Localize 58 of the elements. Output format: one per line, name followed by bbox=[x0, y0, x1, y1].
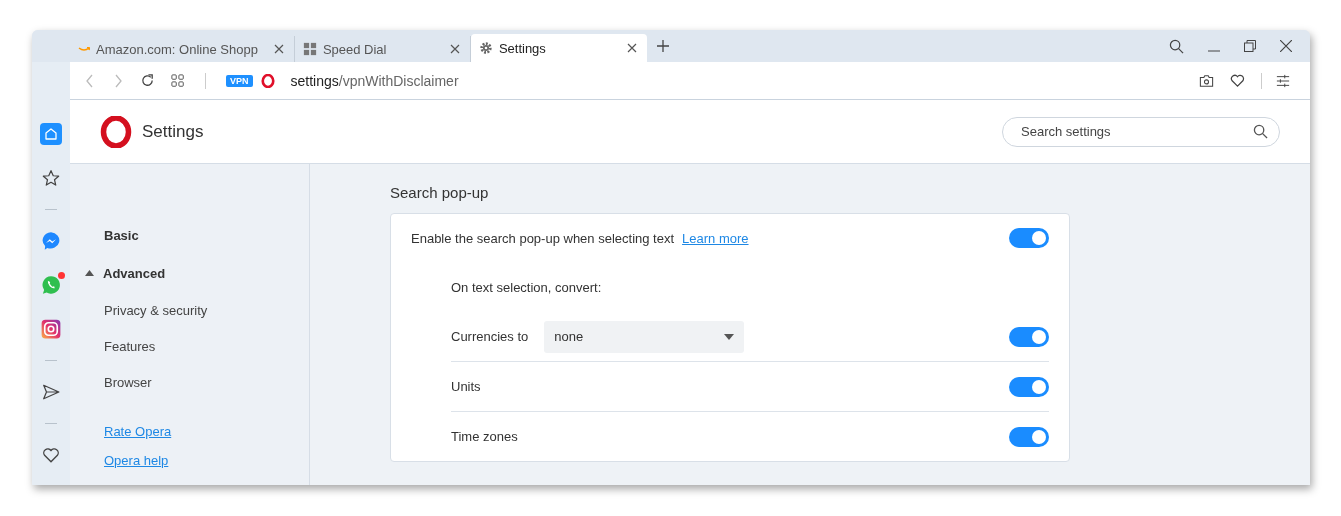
whatsapp-sidebar-button[interactable] bbox=[40, 274, 62, 296]
messenger-icon bbox=[41, 231, 61, 251]
smile-arrow-icon bbox=[78, 46, 90, 52]
opera-logo-icon bbox=[100, 115, 132, 148]
star-sidebar-button[interactable] bbox=[40, 167, 62, 189]
tabs-grid-button[interactable] bbox=[171, 73, 185, 88]
heart-icon bbox=[1230, 73, 1245, 88]
plus-icon bbox=[656, 40, 669, 52]
star-icon bbox=[42, 169, 60, 187]
minimize-icon bbox=[1208, 50, 1220, 52]
toggle-switch[interactable] bbox=[1009, 326, 1049, 347]
setting-sublabel: On text selection, convert: bbox=[451, 278, 603, 297]
setting-label: Currencies to bbox=[451, 329, 529, 344]
nav-item[interactable]: Privacy & security bbox=[104, 292, 309, 328]
caret-icon bbox=[724, 333, 735, 340]
currency-dropdown[interactable]: none bbox=[544, 320, 745, 353]
grid-icon bbox=[302, 42, 317, 56]
close-icon bbox=[449, 44, 460, 54]
instagram-sidebar-button[interactable] bbox=[40, 318, 62, 340]
camera-icon bbox=[1199, 73, 1214, 88]
toggle-switch[interactable] bbox=[1009, 228, 1049, 248]
nav-section[interactable]: Basic bbox=[104, 216, 309, 254]
reload-button[interactable] bbox=[140, 73, 155, 88]
search-icon bbox=[1253, 123, 1268, 139]
snapshot-button[interactable] bbox=[1199, 73, 1214, 88]
reload-icon bbox=[140, 73, 155, 88]
close-icon bbox=[273, 44, 284, 54]
home-sidebar-button[interactable] bbox=[40, 123, 62, 145]
send-icon bbox=[42, 383, 60, 401]
setting-label: Units bbox=[451, 379, 481, 394]
toggle-switch[interactable] bbox=[1009, 376, 1049, 397]
nav-item[interactable]: Features bbox=[104, 328, 309, 364]
nav-item[interactable]: Browser bbox=[104, 364, 309, 400]
search-field[interactable]: Search settings bbox=[1002, 116, 1280, 147]
section-title: Search pop-up bbox=[390, 184, 490, 201]
restore-icon bbox=[1244, 40, 1256, 52]
page-title: Settings bbox=[142, 121, 204, 142]
easy-setup-button[interactable] bbox=[1276, 73, 1290, 88]
gear-icon bbox=[478, 41, 493, 55]
nav-section[interactable]: Advanced bbox=[104, 254, 309, 292]
heart-button[interactable] bbox=[1230, 73, 1245, 88]
heart-icon bbox=[42, 446, 60, 464]
setting-label: Enable the search pop-up when selecting text Learn more bbox=[411, 230, 750, 246]
messenger-sidebar-button[interactable] bbox=[40, 230, 62, 252]
grid-icon bbox=[171, 73, 185, 88]
setting-label: Time zones bbox=[451, 429, 518, 444]
home-icon bbox=[43, 126, 59, 142]
opera-logo-icon bbox=[260, 73, 275, 88]
close-icon bbox=[1280, 40, 1292, 52]
toggle-switch[interactable] bbox=[1009, 426, 1049, 447]
close-icon bbox=[626, 43, 637, 53]
learn-more-link[interactable]: Learn more bbox=[682, 230, 749, 246]
phone-chat-icon bbox=[41, 275, 61, 295]
url-field[interactable]: settings/vpnWithDisclaimer bbox=[290, 72, 459, 89]
browser-tab[interactable]: Settings bbox=[470, 34, 647, 62]
search-icon bbox=[1169, 38, 1184, 54]
camera-icon bbox=[41, 319, 61, 339]
sliders-icon bbox=[1276, 73, 1290, 88]
